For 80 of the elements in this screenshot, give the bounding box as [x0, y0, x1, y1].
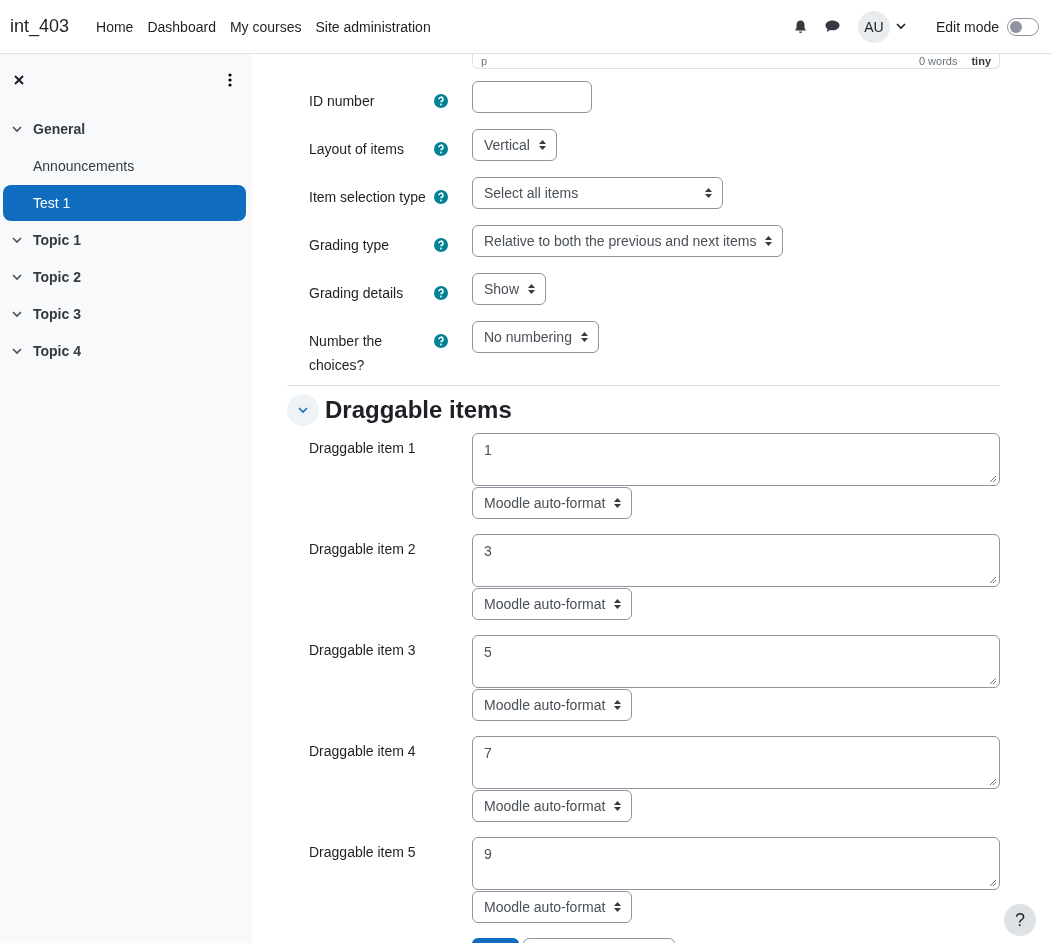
sidebar-section[interactable]: Topic 3	[3, 296, 246, 332]
field-label: Grading type	[308, 236, 391, 255]
chat-bubble-icon[interactable]	[824, 20, 840, 33]
field-label: Draggable item 1	[308, 439, 417, 458]
close-icon[interactable]	[14, 75, 24, 85]
sort-arrows-icon	[614, 498, 622, 508]
field-label: Draggable item 2	[308, 540, 417, 559]
nav-link[interactable]: Dashboard	[147, 18, 216, 35]
field-label: Layout of items	[308, 140, 405, 159]
resize-handle-icon[interactable]	[989, 778, 997, 786]
format-dropdown[interactable]: Moodle auto-format	[472, 588, 633, 620]
chevron-icon	[12, 347, 22, 355]
sort-arrows-icon	[614, 902, 622, 912]
sort-arrows-icon	[614, 700, 622, 710]
chevron-icon	[12, 273, 22, 281]
chevron-icon	[12, 236, 22, 244]
sidebar-section[interactable]: Topic 4	[3, 333, 246, 369]
caret-icon	[895, 23, 906, 30]
chevron-icon	[298, 406, 308, 414]
sort-arrows-icon	[580, 332, 588, 342]
text-field[interactable]	[472, 81, 592, 113]
dropdown[interactable]: Show	[472, 273, 547, 305]
sidebar-section[interactable]: General	[3, 111, 246, 147]
collapse-toggle[interactable]	[287, 394, 319, 426]
sidebar-item[interactable]: Announcements	[3, 148, 246, 184]
resize-handle-icon[interactable]	[989, 576, 997, 584]
format-dropdown[interactable]: Moodle auto-format	[472, 790, 633, 822]
help-icon[interactable]	[434, 286, 448, 300]
nav-link[interactable]: My courses	[229, 18, 302, 35]
text-area[interactable]: 3	[472, 534, 1000, 587]
text-area[interactable]: 9	[472, 837, 1000, 890]
chevron-icon	[12, 125, 22, 133]
dropdown[interactable]: Vertical	[472, 129, 557, 161]
help-icon[interactable]	[434, 334, 448, 348]
format-dropdown[interactable]: Moodle auto-format	[472, 487, 633, 519]
format-dropdown[interactable]: Moodle auto-format	[472, 689, 633, 721]
resize-handle-icon[interactable]	[989, 475, 997, 483]
sidebar-section[interactable]: Topic 1	[3, 222, 246, 258]
resize-handle-icon[interactable]	[989, 879, 997, 887]
section-heading: Draggable items	[325, 396, 512, 424]
user-avatar[interactable]: AU	[857, 10, 890, 43]
bell-icon[interactable]	[793, 19, 807, 34]
help-icon[interactable]	[434, 94, 448, 108]
sort-arrows-icon	[528, 284, 536, 294]
text-area[interactable]: 1	[472, 433, 1000, 486]
chevron-icon	[12, 310, 22, 318]
nav-link[interactable]: Home	[96, 18, 134, 35]
edit-mode-label: Edit mode	[935, 18, 999, 35]
field-label: Number the choices?	[308, 332, 384, 375]
field-label: Draggable item 4	[308, 742, 417, 761]
sidebar-item[interactable]: Test 1	[3, 185, 246, 221]
dropdown[interactable]: Relative to both the previous and next items	[472, 225, 784, 257]
more-options-icon[interactable]	[228, 73, 232, 87]
dropdown[interactable]: No numbering	[472, 321, 599, 353]
help-icon[interactable]	[434, 238, 448, 252]
sort-arrows-icon	[705, 188, 712, 198]
help-icon[interactable]	[434, 142, 448, 156]
sort-arrows-icon	[614, 599, 622, 609]
dropdown[interactable]: Select all items	[472, 177, 723, 209]
text-area[interactable]: 7	[472, 736, 1000, 789]
text-area[interactable]: 5	[472, 635, 1000, 688]
format-dropdown[interactable]: Moodle auto-format	[472, 891, 633, 923]
editor-logo: tiny	[971, 55, 991, 67]
sort-arrows-icon	[614, 801, 622, 811]
field-label: ID number	[308, 92, 376, 111]
resize-handle-icon[interactable]	[989, 677, 997, 685]
field-label: Grading details	[308, 284, 405, 303]
site-name[interactable]: int_403	[10, 16, 70, 37]
edit-mode-toggle[interactable]	[1007, 17, 1039, 36]
word-count: 0 words	[918, 55, 958, 67]
nav-link[interactable]: Site administration	[315, 18, 431, 35]
field-label: Draggable item 3	[308, 641, 417, 660]
element-path: p	[481, 55, 488, 67]
help-icon[interactable]	[434, 190, 448, 204]
sidebar-section[interactable]: Topic 2	[3, 259, 246, 295]
help-button[interactable]: ?	[1004, 904, 1036, 936]
field-label: Item selection type	[308, 188, 427, 207]
field-label: Draggable item 5	[308, 843, 417, 862]
sort-arrows-icon	[765, 236, 773, 246]
sort-arrows-icon	[538, 140, 546, 150]
